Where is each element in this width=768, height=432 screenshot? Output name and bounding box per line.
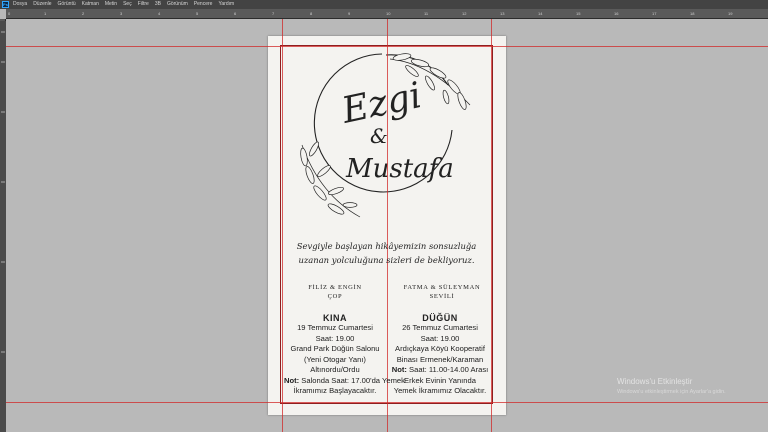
kina-time: Saat: 19.00 bbox=[315, 333, 355, 343]
tagline-line-2: uzanan yolculuğuna sizleri de bekliyoruz… bbox=[298, 255, 475, 265]
bride-parents: FİLİZ & ENGİN bbox=[308, 284, 362, 291]
menu-type[interactable]: Metin bbox=[105, 0, 117, 9]
ruler-label: 12 bbox=[462, 11, 467, 16]
tool-icon[interactable] bbox=[1, 351, 5, 353]
guide-vertical[interactable] bbox=[282, 19, 283, 432]
guide-horizontal[interactable] bbox=[6, 46, 768, 47]
ruler-label: 16 bbox=[614, 11, 619, 16]
dugun-note-text: Saat: 11.00-14.00 Arası bbox=[406, 365, 489, 374]
ruler-label: 2 bbox=[82, 11, 85, 16]
tool-icon[interactable] bbox=[1, 261, 5, 263]
dugun-note-label: Not: bbox=[391, 365, 407, 374]
kina-venue-1: Grand Park Düğün Salonu bbox=[290, 344, 380, 353]
ruler-label: 15 bbox=[576, 11, 581, 16]
ruler-label: 3 bbox=[120, 11, 123, 16]
ruler-label: 13 bbox=[500, 11, 505, 16]
ruler-label: 8 bbox=[310, 11, 313, 16]
tool-icon[interactable] bbox=[1, 31, 5, 33]
dugun-time: Saat: 19.00 bbox=[420, 333, 460, 343]
groom-parents: FATMA & SÜLEYMAN bbox=[403, 284, 481, 291]
bride-surname: ÇOP bbox=[327, 293, 343, 300]
kina-section: KINA 19 Temmuz Cumartesi Saat: 19.00 Gra… bbox=[284, 313, 405, 397]
dugun-venue-2: Binası Ermenek/Karaman bbox=[396, 354, 484, 364]
menu-image[interactable]: Görüntü bbox=[58, 0, 76, 9]
ruler-label: 0 bbox=[8, 11, 11, 16]
dugun-note-2: Erkek Evinin Yanında bbox=[404, 375, 476, 385]
groom-name: Mustafa bbox=[345, 154, 454, 184]
tagline-line-1: Sevgiyle başlayan hikâyemizin sonsuzluğa bbox=[296, 241, 477, 251]
toolbar bbox=[0, 21, 6, 432]
ruler-label: 11 bbox=[424, 11, 429, 16]
menu-filter[interactable]: Filtre bbox=[138, 0, 149, 9]
dugun-section: DÜĞÜN 26 Temmuz Cumartesi Saat: 19.00 Ar… bbox=[389, 313, 491, 397]
kina-date: 19 Temmuz Cumartesi bbox=[297, 323, 373, 332]
dugun-venue-1: Ardıçkaya Köyü Kooperatif bbox=[395, 344, 485, 353]
ruler-label: 4 bbox=[158, 11, 161, 16]
ruler-label: 9 bbox=[348, 11, 351, 16]
kina-note: Not: Salonda Saat: 17.00'da Yemek bbox=[284, 375, 405, 387]
kina-title: KINA bbox=[323, 313, 347, 323]
kina-note-label: Not: bbox=[284, 375, 300, 385]
tool-icon[interactable] bbox=[1, 61, 5, 63]
tool-icon[interactable] bbox=[1, 111, 5, 113]
menu-select[interactable]: Seç bbox=[123, 0, 132, 9]
kina-note-2: İkramımız Başlayacaktır. bbox=[293, 386, 377, 395]
ampersand: & bbox=[370, 124, 388, 148]
groom-surname: SEVİLİ bbox=[429, 293, 455, 300]
kina-venue-2: (Yeni Otogar Yanı) bbox=[304, 354, 366, 364]
menu-help[interactable]: Yardım bbox=[218, 0, 234, 9]
dugun-date: 26 Temmuz Cumartesi bbox=[402, 323, 478, 332]
menu-3d[interactable]: 3B bbox=[155, 0, 161, 9]
menu-view[interactable]: Görünüm bbox=[167, 0, 188, 9]
groom-family: FATMA & SÜLEYMAN SEVİLİ bbox=[394, 283, 490, 301]
dugun-note: Not: Saat: 11.00-14.00 Arası bbox=[389, 365, 491, 376]
ruler-label: 7 bbox=[272, 11, 275, 16]
tool-icon[interactable] bbox=[1, 181, 5, 183]
horizontal-ruler[interactable]: 0 1 2 3 4 5 6 7 8 9 10 11 12 13 14 15 16… bbox=[6, 9, 768, 19]
dugun-title: DÜĞÜN bbox=[422, 313, 458, 323]
activation-watermark-title: Windows'u Etkinleştir bbox=[617, 377, 693, 386]
menu-bar: Ps Dosya Düzenle Görüntü Katman Metin Se… bbox=[0, 0, 768, 9]
ruler-label: 6 bbox=[234, 11, 237, 16]
menu-layer[interactable]: Katman bbox=[82, 0, 99, 9]
menu-file[interactable]: Dosya bbox=[13, 0, 27, 9]
dugun-note-3: Yemek İkramımız Olacaktır. bbox=[393, 386, 487, 395]
menu-edit[interactable]: Düzenle bbox=[33, 0, 51, 9]
ruler-label: 19 bbox=[728, 11, 733, 16]
guide-vertical[interactable] bbox=[491, 19, 492, 432]
guide-vertical[interactable] bbox=[387, 19, 388, 432]
ruler-label: 1 bbox=[44, 11, 47, 16]
activation-watermark-text: Windows'u etkinleştirmek için Ayarlar'a … bbox=[617, 389, 726, 395]
kina-city: Altınordu/Ordu bbox=[310, 365, 360, 374]
ruler-label: 10 bbox=[386, 11, 391, 16]
ruler-label: 5 bbox=[196, 11, 199, 16]
photoshop-logo-icon[interactable]: Ps bbox=[2, 1, 9, 8]
guide-horizontal[interactable] bbox=[6, 402, 768, 403]
ruler-label: 17 bbox=[652, 11, 657, 16]
bride-family: FİLİZ & ENGİN ÇOP bbox=[289, 283, 381, 301]
menu-window[interactable]: Pencere bbox=[194, 0, 213, 9]
ruler-label: 14 bbox=[538, 11, 543, 16]
ruler-label: 18 bbox=[690, 11, 695, 16]
